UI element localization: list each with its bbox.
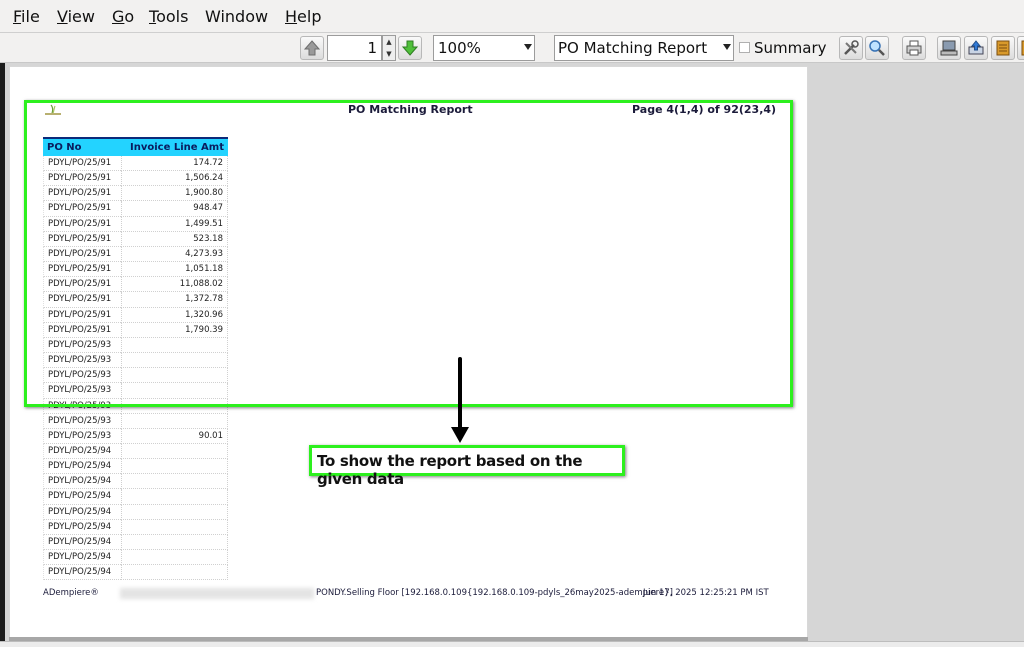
invoice-amount-cell [121,565,228,581]
table-row: PDYL/PO/25/94 [43,534,228,551]
table-row: PDYL/PO/25/94 [43,474,228,490]
footer-server: PONDY.Selling Floor [192.168.0.109{192.1… [316,588,673,598]
menu-help[interactable]: Help [285,7,321,26]
toolbar: 1 ▲ ▼ 100% PO Matching Report Summary [0,33,1024,63]
invoice-amount-cell: 90.01 [121,428,228,444]
previous-page-button[interactable] [300,36,324,60]
menu-window[interactable]: Window [205,7,268,26]
invoice-amount-cell [121,504,228,520]
report-select-value: PO Matching Report [558,39,708,57]
zoom-value: 100% [438,39,481,57]
page-spinner[interactable]: ▲ ▼ [382,35,396,61]
status-bar [0,641,1024,647]
overflow-button[interactable] [1017,36,1024,60]
po-number-cell: PDYL/PO/25/94 [43,459,121,475]
menu-tools[interactable]: Tools [149,7,188,26]
invoice-amount-cell [121,534,228,551]
chevron-down-icon [723,44,731,50]
menu-go[interactable]: Go [112,7,134,26]
redacted-text [120,588,314,599]
table-row: PDYL/PO/25/94 [43,443,228,460]
spin-down-icon[interactable]: ▼ [383,48,395,60]
archive-button[interactable] [964,36,988,60]
po-number-cell: PDYL/PO/25/94 [43,534,121,551]
next-page-button[interactable] [398,36,422,60]
menu-bar: File View Go Tools Window Help [0,0,1024,33]
arrow-down-icon [401,40,419,56]
computer-icon [940,40,958,56]
table-row: PDYL/PO/25/94 [43,565,228,581]
customize-button[interactable] [839,36,863,60]
report-select[interactable]: PO Matching Report [554,35,734,61]
po-number-cell: PDYL/PO/25/94 [43,489,121,505]
book-icon [1021,40,1024,56]
invoice-amount-cell [121,474,228,490]
highlight-box [24,100,793,407]
arrow-head-icon [451,427,469,443]
search-icon [869,40,885,56]
invoice-amount-cell [121,443,228,460]
zoom-select[interactable]: 100% [433,35,535,61]
po-number-cell: PDYL/PO/25/94 [43,519,121,535]
book-icon [996,40,1010,56]
tools-icon [844,40,859,55]
po-number-cell: PDYL/PO/25/94 [43,504,121,520]
summary-checkbox[interactable] [739,42,750,53]
invoice-amount-cell [121,413,228,429]
spin-up-icon[interactable]: ▲ [383,36,395,48]
invoice-amount-cell [121,519,228,535]
table-row: PDYL/PO/25/94 [43,459,228,475]
table-row: PDYL/PO/25/94 [43,519,228,535]
arrow-up-icon [303,40,321,56]
find-button[interactable] [865,36,889,60]
po-number-cell: PDYL/PO/25/93 [43,413,121,429]
summary-label: Summary [754,39,827,57]
menu-view[interactable]: View [57,7,95,26]
menu-file[interactable]: File [13,7,40,26]
export-button[interactable] [937,36,961,60]
footer-brand: ADempiere® [43,588,99,598]
po-number-cell: PDYL/PO/25/94 [43,474,121,490]
table-row: PDYL/PO/25/94 [43,504,228,520]
po-number-cell: PDYL/PO/25/94 [43,565,121,581]
arrow-icon [458,357,462,429]
invoice-amount-cell [121,550,228,566]
table-row: PDYL/PO/25/94 [43,550,228,566]
table-row: PDYL/PO/25/93 [43,413,228,429]
annotation-callout: To show the report based on the given da… [309,445,625,488]
table-row: PDYL/PO/25/93 90.01 [43,428,228,444]
table-row: PDYL/PO/25/94 [43,489,228,505]
footer-timestamp: Jun 17, 2025 12:25:21 PM IST [643,588,769,598]
printer-icon [906,40,922,56]
invoice-amount-cell [121,459,228,475]
page-number-input[interactable]: 1 [327,35,382,61]
chevron-down-icon [524,44,532,50]
left-window-edge [0,63,5,647]
po-number-cell: PDYL/PO/25/94 [43,443,121,460]
invoice-amount-cell [121,489,228,505]
print-button[interactable] [902,36,926,60]
po-number-cell: PDYL/PO/25/93 [43,428,121,444]
report-button[interactable] [991,36,1015,60]
upload-icon [968,40,984,55]
po-number-cell: PDYL/PO/25/94 [43,550,121,566]
